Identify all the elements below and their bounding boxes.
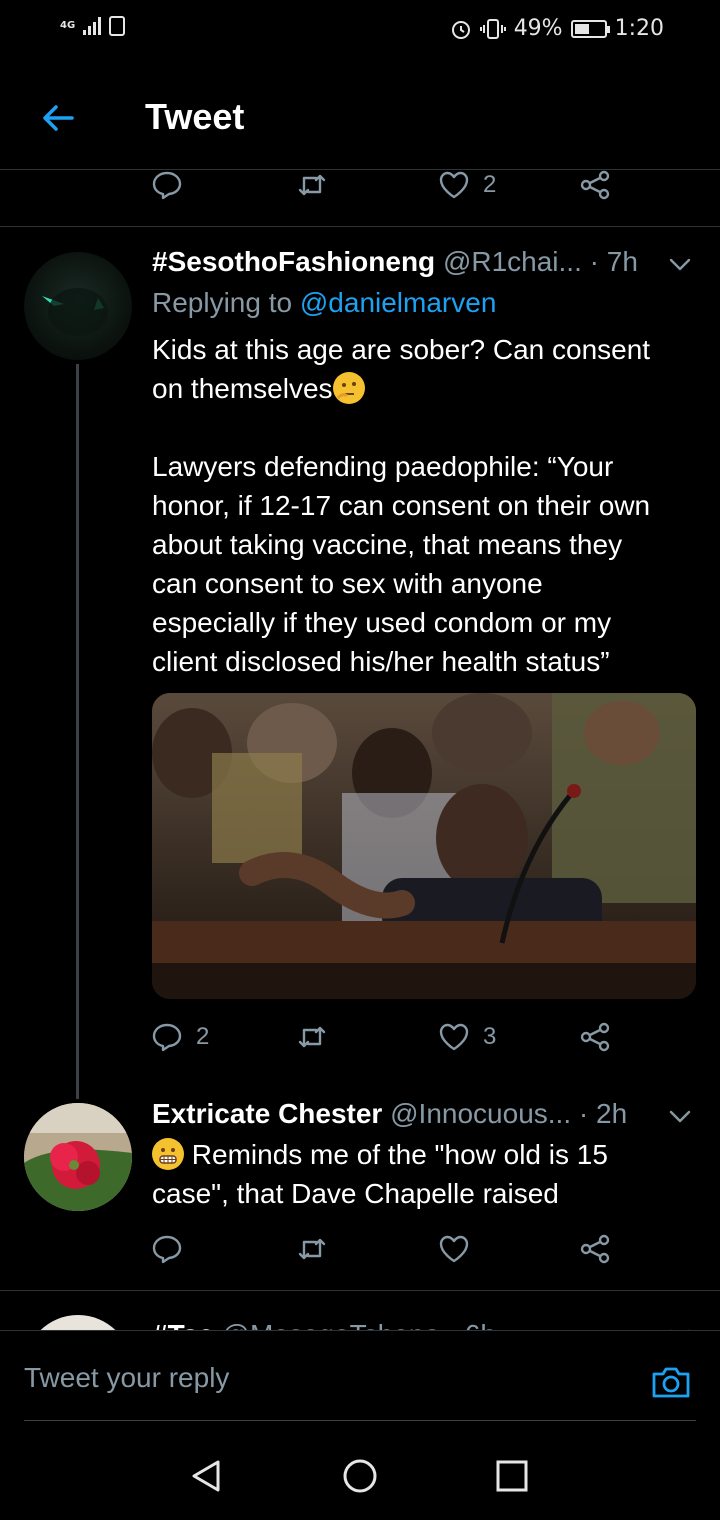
heart-icon (439, 1235, 469, 1263)
avatar[interactable] (24, 1103, 132, 1211)
share-icon (580, 170, 610, 200)
thread-line (76, 364, 79, 1099)
avatar[interactable] (24, 1315, 132, 1330)
tweet-media-image[interactable] (152, 693, 696, 999)
like-button[interactable] (437, 1232, 471, 1266)
tweet-actions: 2 3 (150, 1020, 620, 1060)
mention-link[interactable]: @danielmarven (300, 287, 497, 318)
share-button[interactable] (578, 1020, 612, 1054)
chevron-down-icon[interactable] (666, 250, 694, 278)
reply-button[interactable] (150, 1232, 184, 1266)
text-line: client disclosed his/her health status” (152, 646, 610, 677)
reply-icon (152, 171, 182, 200)
alarm-icon (451, 20, 470, 39)
replying-prefix: Replying to (152, 287, 300, 318)
partial-tweet[interactable]: #Tse @MosegoTshepo · 6h (0, 1291, 720, 1330)
username[interactable]: @Innocuous... (390, 1098, 571, 1129)
clock: 1:20 (614, 16, 664, 41)
retweet-icon (298, 174, 326, 196)
reply-button[interactable]: 2 (150, 1020, 209, 1054)
reply-input[interactable]: Tweet your reply (24, 1362, 229, 1394)
signal-icon (83, 17, 102, 35)
retweet-button[interactable] (295, 1020, 329, 1054)
parent-tweet-actions: 2 (150, 168, 620, 208)
share-button[interactable] (578, 168, 612, 202)
tweet-header: #Tse @MosegoTshepo · 6h (152, 1319, 496, 1330)
composer-underline (24, 1420, 696, 1421)
back-arrow-icon[interactable] (38, 98, 78, 138)
text-line: can consent to sex with anyone (152, 568, 543, 599)
vibrate-icon (479, 18, 506, 39)
tweet-text: Reminds me of the "how old is 15 case", … (152, 1135, 697, 1213)
tweet-header: #SesothoFashioneng @R1chai... · 7h (152, 246, 638, 278)
nav-back-icon[interactable] (186, 1456, 226, 1496)
page-title: Tweet (145, 96, 245, 137)
text-line-segment: on themselves (152, 373, 333, 404)
retweet-button[interactable] (295, 1232, 329, 1266)
network-type: 4G (60, 20, 76, 31)
tweet-header: Extricate Chester @Innocuous... · 2h (152, 1098, 627, 1130)
avatar-image (24, 1103, 132, 1211)
heart-icon (439, 171, 469, 199)
share-icon (580, 1234, 610, 1264)
like-button[interactable]: 3 (437, 1020, 496, 1054)
status-bar: 4G 49% 1:20 (0, 0, 720, 62)
nav-recents-icon[interactable] (492, 1456, 532, 1496)
text-line: case", that Dave Chapelle raised (152, 1178, 559, 1209)
top-app-bar: Tweet (0, 62, 720, 170)
timestamp: · 6h (448, 1319, 496, 1330)
text-line: especially if they used condom or my (152, 607, 612, 638)
reply-count: 2 (196, 1023, 210, 1050)
username[interactable]: @R1chai... (443, 246, 582, 277)
display-name[interactable]: Extricate Chester (152, 1098, 382, 1129)
sim-icon (109, 16, 126, 36)
text-line: honor, if 12-17 can consent on their own (152, 490, 651, 521)
text-line-segment: Reminds me of the "how old is 15 (184, 1139, 608, 1170)
reply-icon (152, 1023, 182, 1052)
chevron-down-icon[interactable] (666, 1102, 694, 1130)
share-button[interactable] (578, 1232, 612, 1266)
display-name[interactable]: #Tse (152, 1319, 214, 1330)
chevron-down-icon[interactable] (666, 1321, 694, 1330)
battery-percent: 49% (513, 16, 563, 41)
username[interactable]: @MosegoTshepo (222, 1319, 440, 1330)
nav-home-icon[interactable] (340, 1456, 380, 1496)
grimacing-emoji-icon (152, 1138, 184, 1170)
text-line: about taking vaccine, that means they (152, 529, 623, 560)
display-name[interactable]: #SesothoFashioneng (152, 246, 435, 277)
retweet-button[interactable] (295, 168, 329, 202)
timestamp: · 2h (578, 1098, 628, 1129)
camera-icon[interactable] (650, 1362, 692, 1402)
retweet-icon (298, 1238, 326, 1260)
heart-icon (439, 1023, 469, 1051)
replying-to: Replying to @danielmarven (152, 287, 496, 319)
tweet-actions (150, 1232, 620, 1272)
avatar[interactable] (24, 252, 132, 360)
thinking-emoji-icon (332, 372, 365, 404)
timestamp: · 7h (589, 246, 638, 277)
retweet-icon (298, 1026, 326, 1048)
tweet-text: Kids at this age are sober? Can consent … (152, 330, 697, 681)
divider (0, 226, 720, 227)
text-line: Reminds me of the "how old is 15 (152, 1135, 697, 1174)
like-count: 2 (483, 171, 497, 198)
text-line: Lawyers defending paedophile: “Your (152, 451, 614, 482)
battery-icon (570, 19, 610, 38)
reply-icon (152, 1235, 182, 1264)
like-button[interactable]: 2 (437, 168, 496, 202)
system-nav-bar (0, 1430, 720, 1520)
avatar-image (42, 288, 108, 336)
reply-button[interactable] (150, 168, 184, 202)
like-count: 3 (483, 1023, 497, 1050)
text-line: Kids at this age are sober? Can consent (152, 334, 651, 365)
share-icon (580, 1022, 610, 1052)
text-line: on themselves (152, 369, 697, 408)
courtroom-photo (152, 693, 696, 999)
